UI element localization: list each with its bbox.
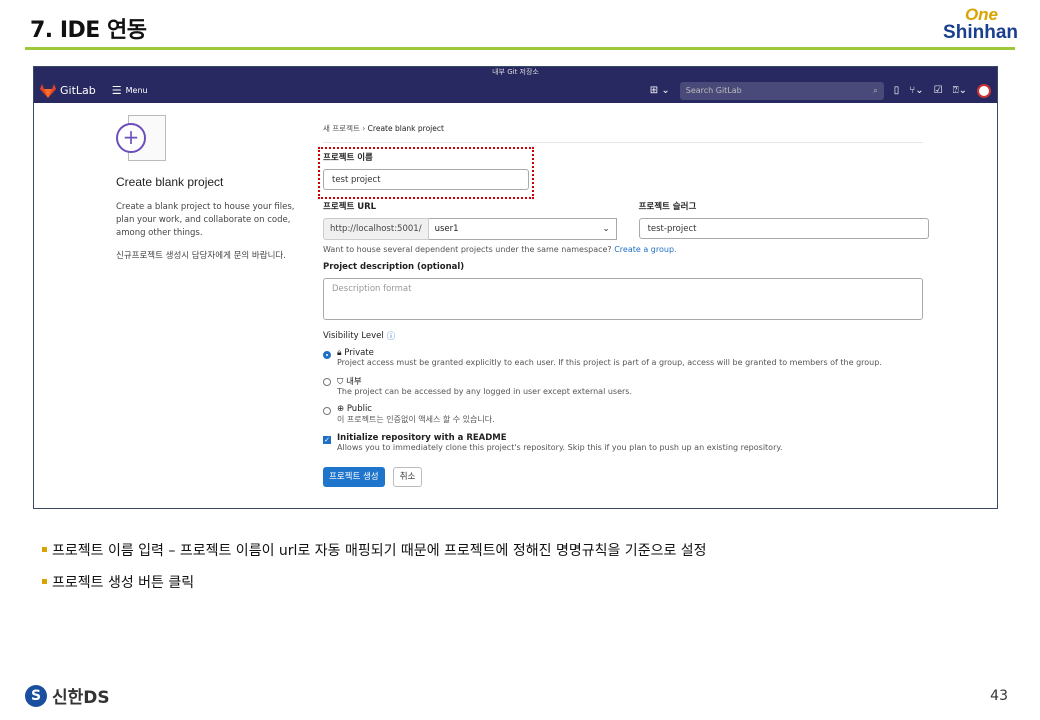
shield-icon: ⛉ bbox=[337, 377, 344, 387]
radio-public[interactable] bbox=[323, 407, 331, 415]
title-rule bbox=[25, 47, 1015, 50]
namespace-value: user1 bbox=[434, 224, 459, 234]
blank-project-title: Create blank project bbox=[116, 175, 224, 189]
readme-desc: Allows you to immediately clone this pro… bbox=[337, 443, 783, 452]
shinhan-emblem-icon: S bbox=[25, 684, 47, 707]
description-textarea[interactable]: Description format bbox=[323, 278, 923, 320]
new-item-dropdown-icon[interactable]: ⊞ ⌄ bbox=[650, 85, 670, 96]
instruction-list: 프로젝트 이름 입력 – 프로젝트 이름이 url로 자동 매핑되기 때문에 프… bbox=[42, 540, 707, 604]
breadcrumb: 새 프로젝트 › Create blank project bbox=[323, 123, 923, 143]
search-input[interactable]: Search GitLab ⌕ bbox=[679, 81, 884, 100]
shinhan-logo: One Shinhan bbox=[943, 6, 1018, 43]
radio-internal[interactable] bbox=[323, 378, 331, 386]
avatar[interactable] bbox=[977, 83, 991, 98]
namespace-help: Want to house several dependent projects… bbox=[323, 245, 923, 254]
issues-icon[interactable]: ▯ bbox=[894, 85, 900, 96]
window-title: 내부 Git 저장소 bbox=[34, 67, 997, 78]
gitlab-brand[interactable]: GitLab bbox=[60, 84, 96, 97]
radio-private[interactable] bbox=[323, 351, 331, 359]
logo-one: One bbox=[964, 5, 998, 24]
readme-checkbox-row[interactable]: ✓ Initialize repository with a README Al… bbox=[323, 433, 923, 452]
visibility-public[interactable]: ⊕ Public 이 프로젝트는 인증없이 액세스 할 수 있습니다. bbox=[323, 404, 923, 425]
search-icon: ⌕ bbox=[873, 85, 878, 95]
namespace-select[interactable]: user1 ⌄ bbox=[428, 218, 617, 240]
footer-brand: 신한DS bbox=[52, 688, 110, 708]
globe-icon: ⊕ bbox=[337, 404, 345, 414]
search-placeholder: Search GitLab bbox=[685, 86, 742, 95]
instruction-item: 프로젝트 이름 입력 – 프로젝트 이름이 url로 자동 매핑되기 때문에 프… bbox=[42, 540, 707, 560]
new-project-form: 새 프로젝트 › Create blank project 프로젝트 이름 te… bbox=[318, 123, 929, 487]
blank-project-note: 신규프로젝트 생성시 담당자에게 문의 바랍니다. bbox=[116, 251, 286, 261]
private-desc: Project access must be granted explicitl… bbox=[337, 358, 882, 367]
logo-shinhan: Shinhan bbox=[943, 22, 1018, 43]
breadcrumb-current: Create blank project bbox=[367, 124, 444, 133]
question-icon[interactable]: ⓘ bbox=[387, 330, 396, 342]
namespace-help-text: Want to house several dependent projects… bbox=[323, 245, 612, 254]
project-url-label: 프로젝트 URL bbox=[323, 202, 377, 212]
readme-label: Initialize repository with a README bbox=[337, 433, 507, 443]
merge-requests-icon[interactable]: ⑂⌄ bbox=[909, 85, 923, 96]
public-title: Public bbox=[346, 404, 372, 414]
page-number: 43 bbox=[990, 688, 1008, 704]
breadcrumb-new-project[interactable]: 새 프로젝트 bbox=[323, 124, 360, 133]
visibility-label-text: Visibility Level bbox=[323, 331, 384, 341]
project-slug-input[interactable]: test-project bbox=[638, 218, 929, 239]
gitlab-screenshot: 내부 Git 저장소 GitLab ☰ Menu ⊞ ⌄ Search GitL… bbox=[33, 66, 998, 509]
chevron-down-icon: ⌄ bbox=[602, 224, 610, 234]
footer-logo: S 신한DS bbox=[25, 683, 110, 708]
breadcrumb-separator: › bbox=[362, 124, 366, 133]
left-panel: + Create blank project Create a blank pr… bbox=[116, 113, 306, 273]
internal-title: 내부 bbox=[346, 377, 362, 387]
instruction-item: 프로젝트 생성 버튼 클릭 bbox=[42, 572, 707, 592]
todos-icon[interactable]: ☑ bbox=[934, 85, 943, 96]
menu-button[interactable]: Menu bbox=[126, 86, 148, 95]
visibility-internal[interactable]: ⛉ 내부 The project can be accessed by any … bbox=[323, 375, 923, 396]
gitlab-logo-icon[interactable] bbox=[40, 83, 56, 98]
blank-project-icon: + bbox=[116, 113, 168, 165]
public-desc: 이 프로젝트는 인증없이 액세스 할 수 있습니다. bbox=[337, 415, 495, 424]
lock-icon: 🔒︎ bbox=[337, 348, 342, 358]
visibility-private[interactable]: 🔒︎ Private Project access must be grante… bbox=[323, 348, 923, 367]
readme-checkbox[interactable]: ✓ bbox=[323, 436, 331, 444]
blank-project-desc: Create a blank project to house your fil… bbox=[116, 202, 295, 238]
create-group-link[interactable]: Create a group. bbox=[614, 245, 676, 254]
name-highlight-box bbox=[318, 147, 534, 199]
private-title: Private bbox=[344, 348, 374, 358]
cancel-button[interactable]: 취소 bbox=[392, 467, 423, 487]
description-label: Project description (optional) bbox=[323, 262, 465, 272]
internal-desc: The project can be accessed by any logge… bbox=[337, 387, 633, 396]
visibility-label: Visibility Level ⓘ bbox=[323, 330, 923, 342]
create-project-button[interactable]: 프로젝트 생성 bbox=[323, 467, 385, 487]
slide-title: 7. IDE 연동 bbox=[30, 18, 147, 43]
top-navbar: GitLab ☰ Menu ⊞ ⌄ Search GitLab ⌕ ▯ ⑂⌄ ☑… bbox=[34, 78, 997, 103]
hamburger-icon[interactable]: ☰ bbox=[112, 84, 122, 97]
url-prefix: http://localhost:5001/ bbox=[323, 218, 429, 240]
help-icon[interactable]: ⍰⌄ bbox=[953, 85, 967, 96]
project-slug-label: 프로젝트 슬러그 bbox=[638, 202, 697, 212]
